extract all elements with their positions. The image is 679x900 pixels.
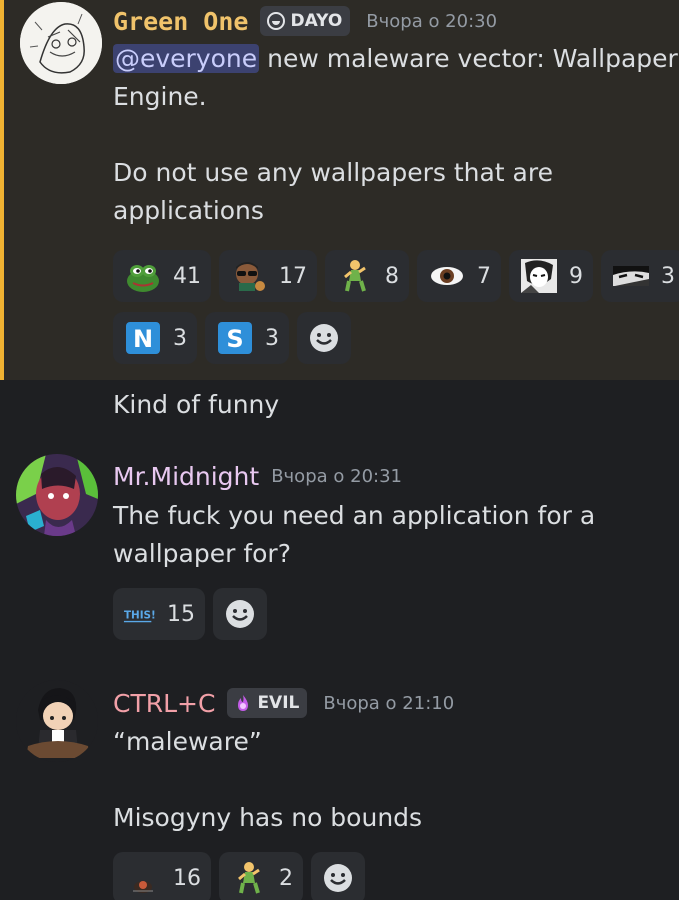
sunglasses-character-icon bbox=[229, 258, 269, 294]
message-green-one: Green One DAYO Вчора о 20:30 @everyone n… bbox=[0, 0, 679, 380]
timestamp[interactable]: Вчора о 21:10 bbox=[323, 693, 454, 714]
purple-flame-icon bbox=[233, 693, 253, 713]
message-header: Green One DAYO Вчора о 20:30 bbox=[113, 6, 497, 36]
letter-n-icon: N bbox=[123, 320, 163, 356]
guild-tag[interactable]: EVIL bbox=[227, 688, 308, 718]
message-line: “maleware” bbox=[113, 727, 262, 756]
reaction-dancing[interactable]: 2 bbox=[219, 852, 303, 900]
mention-highlight-bar bbox=[0, 0, 4, 380]
guild-tag-label: DAYO bbox=[290, 11, 343, 31]
message-body-continuation: Kind of funny bbox=[113, 386, 673, 424]
reaction-manga-face[interactable]: 9 bbox=[509, 250, 593, 302]
message-line: applications bbox=[113, 196, 264, 225]
small-creature-icon bbox=[123, 860, 163, 896]
avatar[interactable] bbox=[16, 680, 98, 762]
timestamp[interactable]: Вчора о 20:31 bbox=[271, 466, 402, 487]
message-line: Do not use any wallpapers that are bbox=[113, 158, 553, 187]
reaction-count: 15 bbox=[167, 601, 195, 627]
reaction-eye[interactable]: 7 bbox=[417, 250, 501, 302]
message-line: Misogyny has no bounds bbox=[113, 803, 423, 832]
reaction-count: 41 bbox=[173, 263, 201, 289]
letter-s-icon: S bbox=[215, 320, 255, 356]
smiley-icon bbox=[310, 324, 338, 352]
reaction-bar: THIS! 15 bbox=[113, 588, 267, 640]
reaction-letter-n[interactable]: N 3 bbox=[113, 312, 197, 364]
add-reaction-button[interactable] bbox=[213, 588, 267, 640]
reaction-count: 9 bbox=[569, 263, 583, 289]
avatar[interactable] bbox=[16, 454, 98, 536]
reaction-count: 17 bbox=[279, 263, 307, 289]
reaction-bar-row-2: N 3 S 3 bbox=[113, 312, 351, 364]
reaction-count: 3 bbox=[265, 325, 279, 351]
message-line: new maleware vector: Wallpaper bbox=[259, 44, 678, 73]
pepe-frog-icon bbox=[123, 258, 163, 294]
reaction-pepe[interactable]: 41 bbox=[113, 250, 211, 302]
everyone-mention[interactable]: @everyone bbox=[113, 44, 260, 73]
manga-eyes-icon bbox=[611, 258, 651, 294]
reaction-this[interactable]: THIS! 15 bbox=[113, 588, 205, 640]
reaction-count: 7 bbox=[477, 263, 491, 289]
this-arrow-icon: THIS! bbox=[123, 596, 157, 632]
dancing-figure-icon bbox=[229, 860, 269, 896]
message-line: wallpaper for? bbox=[113, 539, 291, 568]
smiley-icon bbox=[324, 864, 352, 892]
add-reaction-button[interactable] bbox=[297, 312, 351, 364]
smiley-icon bbox=[226, 600, 254, 628]
guild-tag-label: EVIL bbox=[257, 693, 300, 713]
reaction-small-creature[interactable]: 16 bbox=[113, 852, 211, 900]
this-label: THIS! bbox=[124, 610, 156, 622]
message-line: Kind of funny bbox=[113, 390, 280, 419]
message-header: CTRL+C EVIL Вчора о 21:10 bbox=[113, 688, 454, 718]
reaction-dancing[interactable]: 8 bbox=[325, 250, 409, 302]
reaction-letter-s[interactable]: S 3 bbox=[205, 312, 289, 364]
avatar[interactable] bbox=[20, 2, 102, 84]
add-reaction-button[interactable] bbox=[311, 852, 365, 900]
reaction-count: 16 bbox=[173, 865, 201, 891]
eye-icon bbox=[427, 258, 467, 294]
sketch-avatar-icon bbox=[20, 2, 102, 84]
letter-n-glyph: N bbox=[133, 325, 153, 353]
username[interactable]: CTRL+C bbox=[113, 689, 215, 718]
message-line: The fuck you need an application for a bbox=[113, 501, 596, 530]
dancing-figure-icon bbox=[335, 258, 375, 294]
timestamp[interactable]: Вчора о 20:30 bbox=[366, 11, 497, 32]
reaction-bar: 41 17 8 7 9 3 bbox=[113, 250, 679, 302]
reaction-count: 2 bbox=[279, 865, 293, 891]
guild-tag[interactable]: DAYO bbox=[260, 6, 351, 36]
reaction-count: 3 bbox=[661, 263, 675, 289]
letter-s-glyph: S bbox=[226, 325, 243, 353]
message-line: Engine. bbox=[113, 82, 207, 111]
reaction-sunglasses[interactable]: 17 bbox=[219, 250, 317, 302]
moon-icon bbox=[266, 11, 286, 31]
message-body: The fuck you need an application for a w… bbox=[113, 497, 673, 573]
message-body: @everyone new maleware vector: Wallpaper… bbox=[113, 40, 678, 230]
username[interactable]: Green One bbox=[113, 7, 248, 36]
reaction-count: 8 bbox=[385, 263, 399, 289]
reaction-count: 3 bbox=[173, 325, 187, 351]
reaction-manga-eyes[interactable]: 3 bbox=[601, 250, 679, 302]
message-header: Mr.Midnight Вчора о 20:31 bbox=[113, 462, 402, 491]
manga-face-icon bbox=[519, 258, 559, 294]
username[interactable]: Mr.Midnight bbox=[113, 462, 259, 491]
reaction-bar: 16 2 bbox=[113, 852, 365, 900]
chibi-avatar-icon bbox=[16, 680, 98, 762]
character-avatar-icon bbox=[16, 454, 98, 536]
message-body: “maleware” Misogyny has no bounds bbox=[113, 723, 673, 837]
